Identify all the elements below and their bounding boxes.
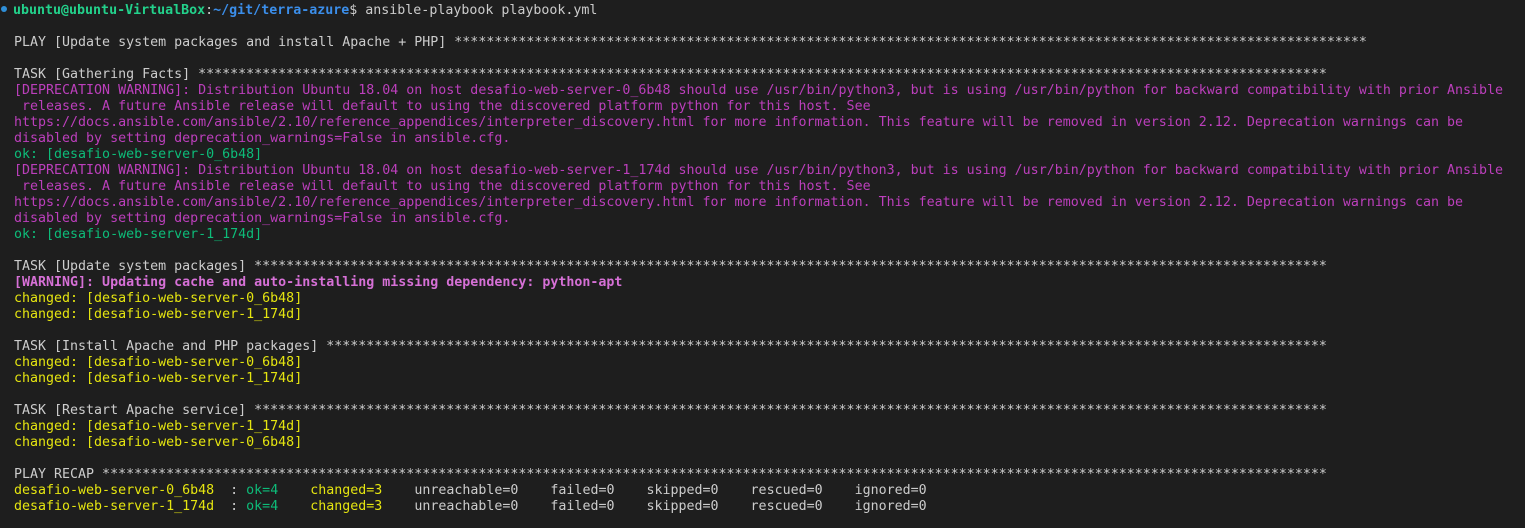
terminal-window[interactable]: ubuntu@ubuntu-VirtualBox:~/git/terra-azu… (0, 0, 1525, 528)
recap-ok: ok=4 (246, 499, 279, 514)
recap-host: desafio-web-server-1_174d (14, 499, 215, 514)
prompt-colon: : (205, 3, 214, 18)
recap-rest: unreachable=0 failed=0 skipped=0 rescued… (414, 499, 927, 514)
ok-result-line: ok: [desafio-web-server-1_174d] (14, 227, 263, 242)
prompt-user-host: ubuntu@ubuntu-VirtualBox (13, 3, 206, 18)
changed-result-line: changed: [desafio-web-server-1_174d] (14, 371, 303, 386)
circle-dot-icon (1, 6, 7, 12)
deprecation-warning-line: releases. A future Ansible release will … (14, 179, 871, 194)
task-restart-apache: TASK [Restart Apache service] **********… (14, 403, 1327, 418)
changed-result-line: changed: [desafio-web-server-0_6b48] (14, 291, 303, 306)
changed-result-line: changed: [desafio-web-server-1_174d] (14, 419, 303, 434)
deprecation-warning-line: [DEPRECATION WARNING]: Distribution Ubun… (14, 163, 1504, 178)
deprecation-warning-line: https://docs.ansible.com/ansible/2.10/re… (14, 195, 1463, 210)
recap-ok: ok=4 (246, 483, 279, 498)
recap-changed: changed=3 (310, 483, 383, 498)
recap-rest: unreachable=0 failed=0 skipped=0 rescued… (414, 483, 927, 498)
task-install-apache-php: TASK [Install Apache and PHP packages] *… (14, 339, 1327, 354)
changed-result-line: changed: [desafio-web-server-1_174d] (14, 307, 303, 322)
deprecation-warning-line: disabled by setting deprecation_warnings… (14, 131, 511, 146)
recap-row: desafio-web-server-0_6b48 : ok=4 changed… (0, 483, 1525, 499)
recap-row: desafio-web-server-1_174d : ok=4 changed… (0, 499, 1525, 515)
warning-line: [WARNING]: Updating cache and auto-insta… (14, 275, 623, 290)
task-gathering-facts: TASK [Gathering Facts] *****************… (14, 67, 1327, 82)
deprecation-warning-line: disabled by setting deprecation_warnings… (14, 211, 511, 226)
deprecation-warning-line: https://docs.ansible.com/ansible/2.10/re… (14, 115, 1463, 130)
changed-result-line: changed: [desafio-web-server-0_6b48] (14, 435, 303, 450)
prompt-path: ~/git/terra-azure (213, 3, 350, 18)
play-recap-header: PLAY RECAP *****************************… (14, 467, 1327, 482)
changed-result-line: changed: [desafio-web-server-0_6b48] (14, 355, 303, 370)
play-header: PLAY [Update system packages and install… (14, 35, 1367, 50)
task-update-packages: TASK [Update system packages] **********… (14, 259, 1327, 274)
prompt-line: ubuntu@ubuntu-VirtualBox:~/git/terra-azu… (0, 3, 1525, 19)
recap-host: desafio-web-server-0_6b48 (14, 483, 215, 498)
deprecation-warning-line: releases. A future Ansible release will … (14, 99, 871, 114)
ok-result-line: ok: [desafio-web-server-0_6b48] (14, 147, 263, 162)
recap-separator: : (214, 483, 247, 498)
prompt-command: ansible-playbook playbook.yml (357, 3, 598, 18)
recap-separator: : (214, 499, 247, 514)
deprecation-warning-line: [DEPRECATION WARNING]: Distribution Ubun… (14, 83, 1504, 98)
recap-changed: changed=3 (310, 499, 383, 514)
